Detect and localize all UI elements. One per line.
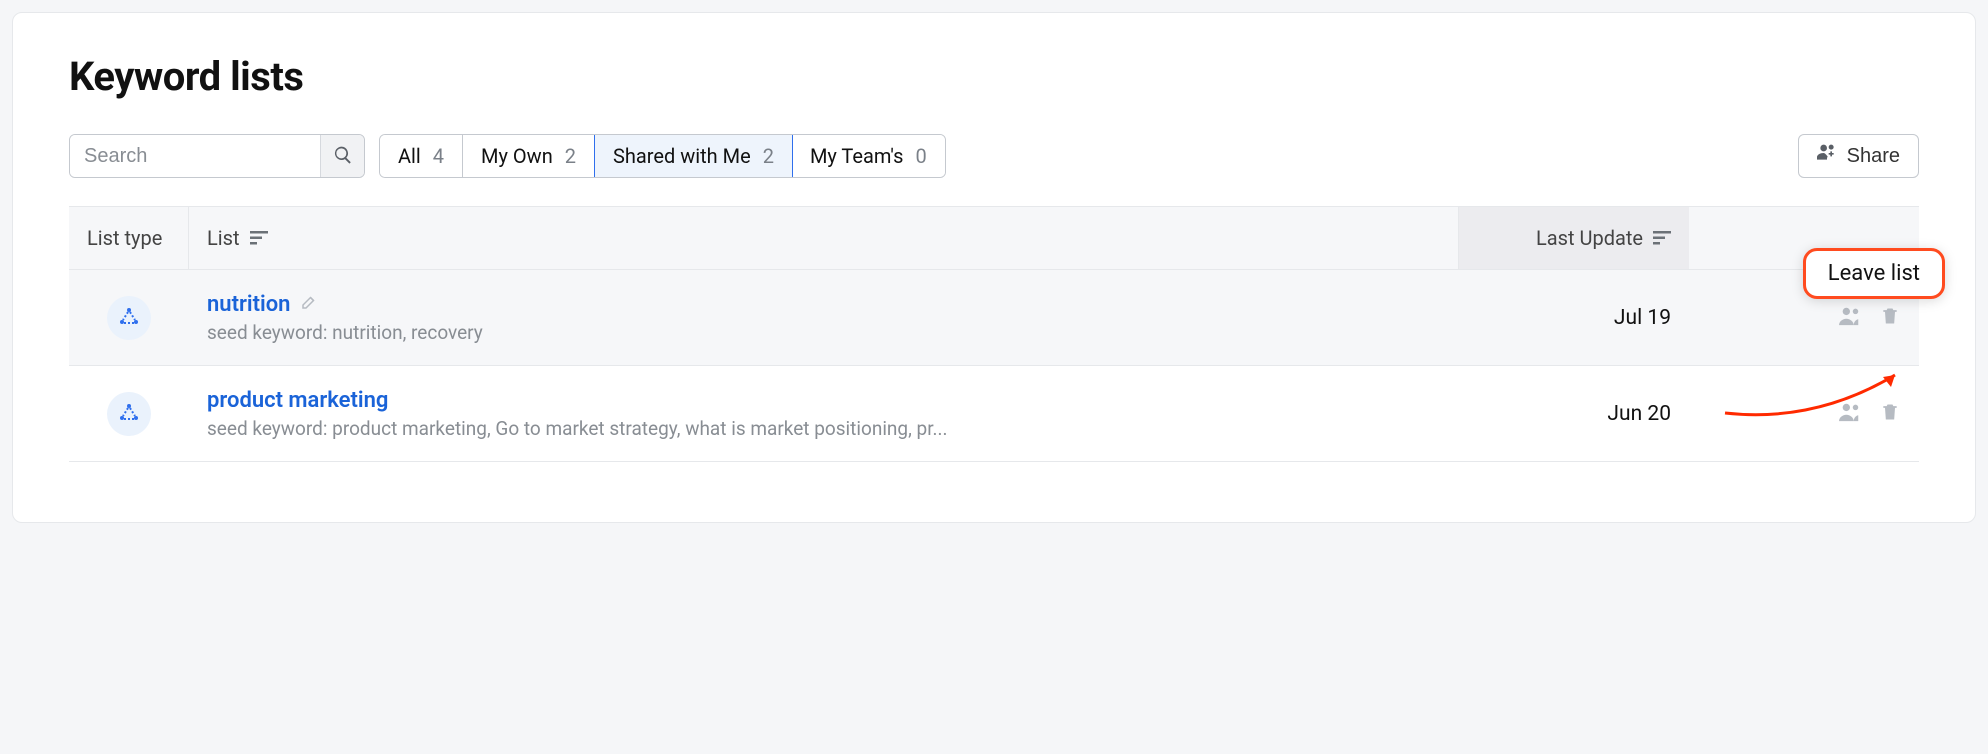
seed-text: seed keyword: nutrition, recovery [207,321,1441,344]
cell-actions [1689,388,1919,440]
share-icon [1817,144,1837,168]
filter-count: 0 [915,144,926,168]
col-label: Last Update [1536,226,1643,250]
filter-label: All [398,144,421,168]
col-last-update[interactable]: Last Update [1459,207,1689,269]
cell-list-type [69,378,189,450]
delete-icon[interactable] [1879,306,1901,330]
search-input[interactable] [70,135,320,177]
filter-label: Shared with Me [613,144,751,168]
list-link[interactable]: nutrition [207,292,290,317]
col-label: List [207,226,240,250]
col-list[interactable]: List [189,207,1459,269]
seed-text: seed keyword: product marketing, Go to m… [207,417,1441,440]
shared-members-icon[interactable] [1839,402,1861,426]
cell-last-update: Jul 19 [1459,292,1689,344]
filter-all[interactable]: All 4 [380,135,463,177]
table-header: List type List Last Update [69,206,1919,270]
filter-shared-with-me[interactable]: Shared with Me 2 [594,134,793,178]
search-icon [333,145,353,168]
table-row[interactable]: nutrition seed keyword: nutrition, recov… [69,270,1919,366]
tooltip-label: Leave list [1828,261,1920,286]
cell-list: nutrition seed keyword: nutrition, recov… [189,278,1459,358]
share-button[interactable]: Share [1798,134,1919,178]
cell-list: product marketing seed keyword: product … [189,374,1459,454]
toolbar: All 4 My Own 2 Shared with Me 2 My Team'… [69,134,1919,178]
table: List type List Last Update [69,206,1919,462]
sort-icon [1653,226,1671,250]
delete-icon[interactable] [1879,402,1901,426]
page-title: Keyword lists [69,53,1919,100]
list-name-row: product marketing [207,388,1441,413]
filter-label: My Team's [810,144,904,168]
filter-count: 2 [763,144,774,168]
keyword-lists-card: Keyword lists All 4 My Own 2 Shared with… [12,12,1976,523]
leave-list-tooltip: Leave list [1803,248,1945,299]
search-wrap [69,134,365,178]
filter-count: 2 [565,144,576,168]
edit-icon[interactable] [300,293,318,315]
table-row[interactable]: product marketing seed keyword: product … [69,366,1919,462]
list-link[interactable]: product marketing [207,388,388,413]
search-button[interactable] [320,135,364,177]
shared-list-icon [107,296,151,340]
col-list-type[interactable]: List type [69,207,189,269]
cell-last-update: Jun 20 [1459,388,1689,440]
cell-actions [1689,292,1919,344]
shared-list-icon [107,392,151,436]
filter-count: 4 [433,144,444,168]
shared-members-icon[interactable] [1839,306,1861,330]
filter-my-own[interactable]: My Own 2 [463,135,595,177]
col-label: List type [87,226,162,250]
sort-icon [250,226,268,250]
filter-tabs: All 4 My Own 2 Shared with Me 2 My Team'… [379,134,946,178]
filter-my-teams[interactable]: My Team's 0 [792,135,945,177]
list-name-row: nutrition [207,292,1441,317]
share-label: Share [1847,145,1900,168]
filter-label: My Own [481,144,553,168]
cell-list-type [69,282,189,354]
